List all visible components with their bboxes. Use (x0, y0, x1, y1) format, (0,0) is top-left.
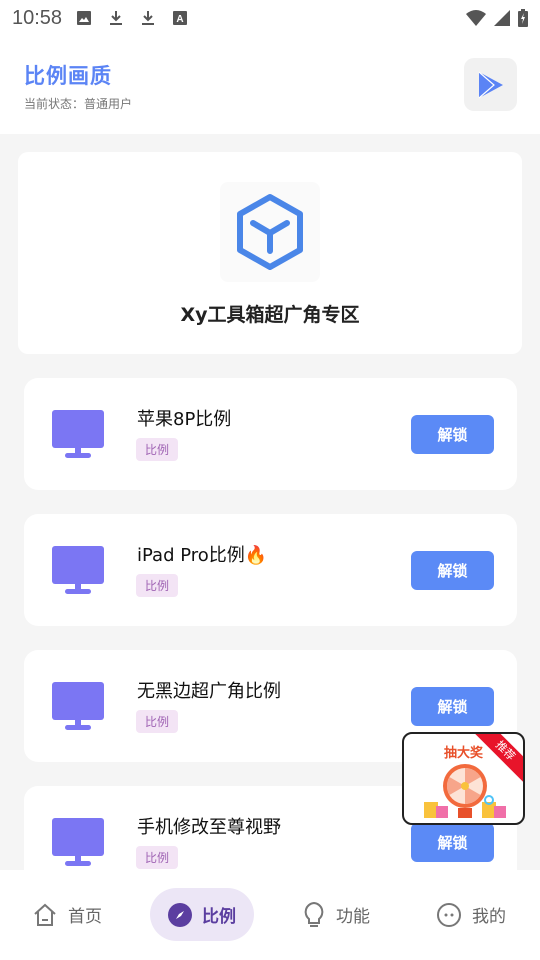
logo-box (220, 182, 320, 282)
list-item: 苹果8P比例 比例 解锁 (24, 378, 517, 490)
unlock-button[interactable]: 解锁 (411, 551, 494, 590)
home-icon (34, 903, 56, 926)
app-header: 比例画质 当前状态：普通用户 (0, 36, 540, 134)
status-time: 10:58 (12, 6, 63, 29)
prize-wheel-icon (424, 764, 506, 818)
compass-icon (168, 902, 192, 927)
fire-icon: 🔥 (244, 545, 268, 566)
svg-text:A: A (176, 14, 183, 25)
image-icon (77, 11, 92, 25)
item-name: 苹果8P比例 (137, 409, 232, 430)
lightbulb-icon (304, 901, 324, 927)
tab-ratio[interactable]: 比例 (150, 888, 254, 941)
download-icon (142, 11, 155, 25)
text-icon: A (173, 11, 188, 25)
signal-icon (494, 10, 510, 26)
item-tag: 比例 (136, 438, 179, 461)
hero-title: Xy工具箱超广角专区 (180, 304, 360, 326)
hero-card: Xy工具箱超广角专区 (18, 152, 522, 354)
item-tag: 比例 (136, 574, 179, 597)
cube-y-logo-icon (237, 194, 303, 270)
item-tag: 比例 (136, 846, 179, 869)
wifi-icon (466, 10, 486, 26)
unlock-button[interactable]: 解锁 (411, 823, 494, 862)
download-icon (110, 11, 123, 25)
bottom-tab-bar: 首页 比例 功能 我的 (0, 870, 540, 960)
user-status: 当前状态：普通用户 (24, 97, 133, 111)
item-name-text: iPad Pro比例 (137, 545, 245, 566)
tab-label: 我的 (472, 907, 506, 927)
smiley-icon (437, 902, 461, 927)
item-tag: 比例 (136, 710, 179, 733)
tab-functions[interactable]: 功能 (302, 888, 370, 941)
page-title: 比例画质 (24, 64, 112, 88)
unlock-button[interactable]: 解锁 (411, 687, 494, 726)
monitor-icon (52, 682, 104, 730)
list-item: iPad Pro比例🔥 比例 解锁 (24, 514, 517, 626)
tab-label: 首页 (68, 907, 102, 927)
monitor-icon (52, 410, 104, 458)
play-button[interactable] (464, 58, 517, 111)
item-name: iPad Pro比例🔥 (137, 541, 267, 567)
monitor-icon (52, 546, 104, 594)
play-icon (478, 71, 503, 98)
tab-mine[interactable]: 我的 (436, 888, 506, 941)
battery-charging-icon (518, 9, 528, 27)
unlock-button[interactable]: 解锁 (411, 415, 494, 454)
monitor-icon (52, 818, 104, 866)
item-name: 无黑边超广角比例 (137, 681, 281, 702)
status-bar: 10:58 A (0, 0, 540, 36)
lottery-float-button[interactable]: 抽大奖 推荐 (402, 732, 525, 825)
tab-label: 比例 (202, 907, 236, 927)
tab-home[interactable]: 首页 (32, 888, 102, 941)
item-name: 手机修改至尊视野 (137, 817, 281, 838)
tab-label: 功能 (336, 907, 370, 927)
